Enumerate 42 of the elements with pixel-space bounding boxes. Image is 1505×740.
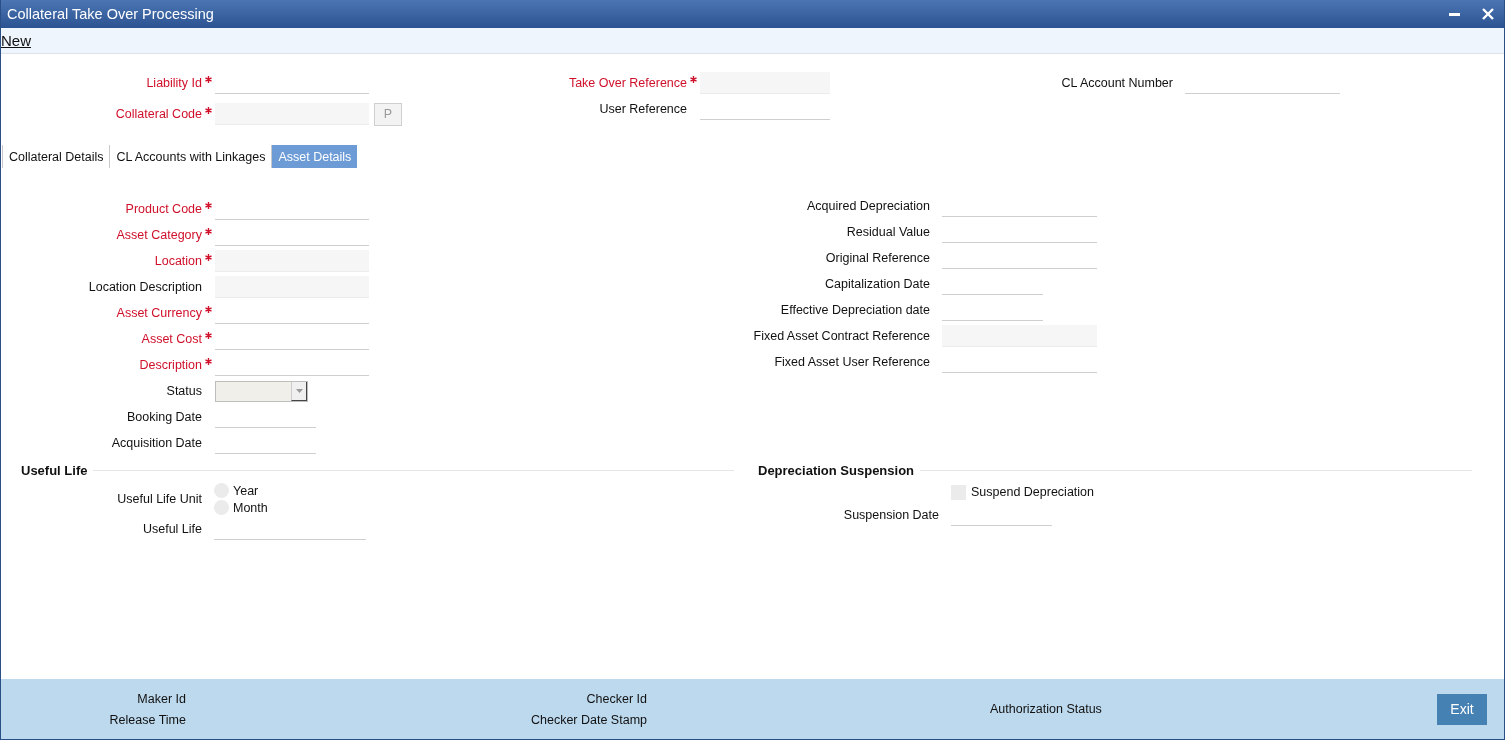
field-label: Asset Category [115,228,202,242]
footer-label: Checker Date Stamp [529,712,647,727]
field-label: Liability Id [145,76,202,90]
field-label: Effective Depreciation date [779,303,930,317]
field-label: Booking Date [125,410,202,424]
field-label: Location [153,254,202,268]
close-icon[interactable] [1482,8,1494,20]
field-label: Original Reference [824,251,930,265]
field-label: Capitalization Date [824,277,930,291]
field-label: Collateral Code [114,107,202,121]
footer-label: Maker Id [136,691,186,706]
section-title: Depreciation Suspension [758,462,915,478]
field-label: Useful Life Unit [116,492,202,506]
window-title: Collateral Take Over Processing [7,6,215,22]
checkbox-label: Suspend Depreciation [971,485,1094,499]
new-link[interactable]: New [1,32,31,49]
exit-button[interactable]: Exit [1437,693,1487,725]
minimize-icon[interactable] [1449,12,1460,16]
section-title: Useful Life [21,462,88,478]
field-label: Fixed Asset User Reference [773,355,930,369]
field-label: Status [165,384,202,398]
tab[interactable]: Collateral Details [2,145,110,168]
field-label: Product Code [124,202,202,216]
field-label: CL Account Number [1060,76,1173,90]
radio-label: Year [233,483,259,498]
field-label: Suspension Date [842,508,939,522]
field-label: Acquisition Date [110,436,202,450]
radio-label: Month [233,500,268,515]
footer-label: Authorization Status [990,702,1103,716]
field-label: User Reference [598,102,687,116]
caret-icon [295,388,303,393]
field-label: Fixed Asset Contract Reference [752,329,930,343]
field-label: Asset Cost [140,332,202,346]
field-label: Acquired Depreciation [806,199,930,213]
field-label: Description [138,358,202,372]
field-label: Residual Value [845,225,930,239]
field-label: Take Over Reference [567,76,687,90]
footer-label: Checker Id [585,691,647,706]
field-label: Useful Life [141,522,202,536]
field-label: Location Description [87,280,202,294]
footer-label: Release Time [108,712,186,727]
field-label: Asset Currency [115,306,202,320]
